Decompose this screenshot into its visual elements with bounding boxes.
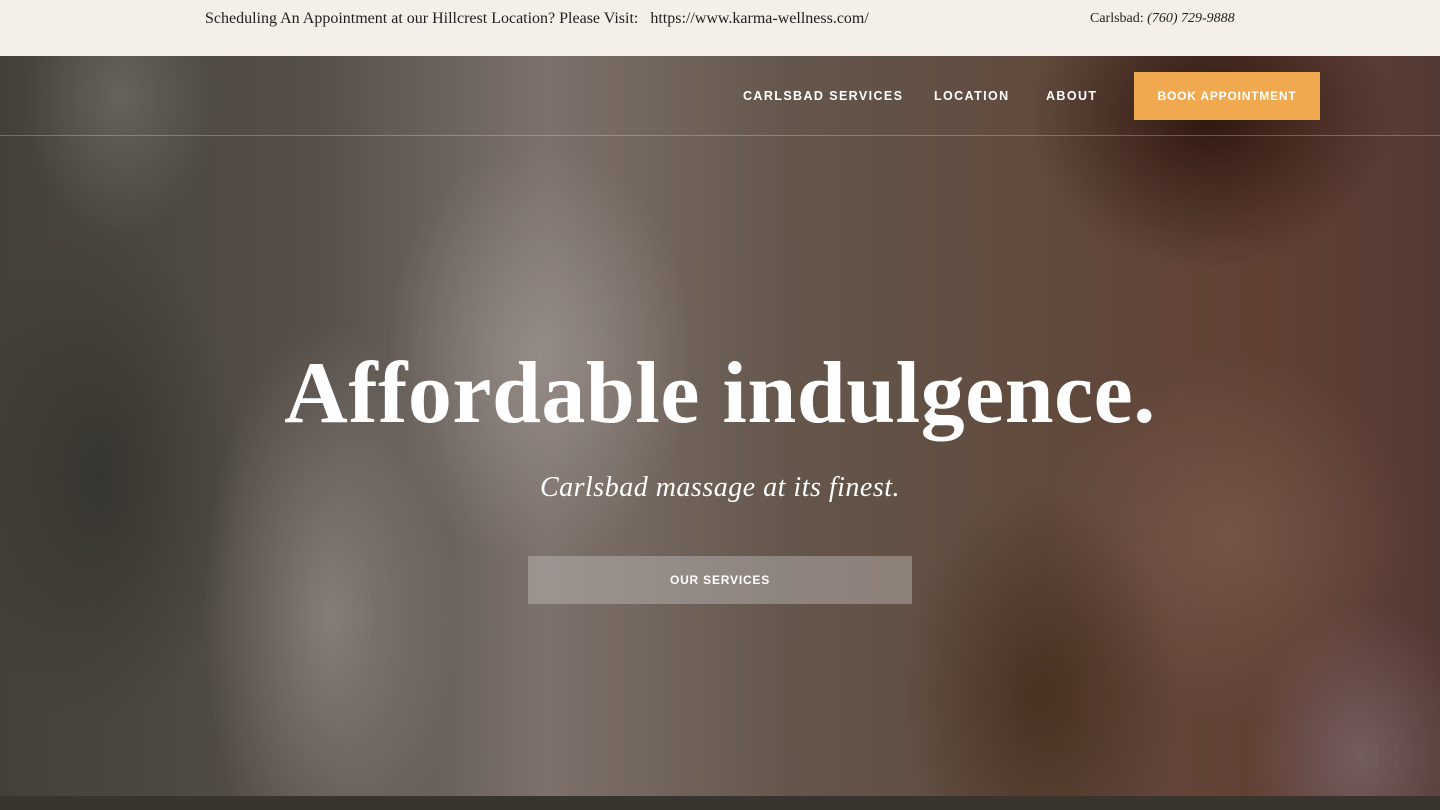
hillcrest-notice: Scheduling An Appointment at our Hillcre… — [205, 10, 869, 28]
nav-item-carlsbad-services[interactable]: CARLSBAD SERVICES — [743, 89, 903, 103]
hero-subheadline: Carlsbad massage at its finest. — [539, 472, 901, 503]
nav-item-about[interactable]: ABOUT — [1046, 89, 1097, 103]
main-navigation: CARLSBAD SERVICES LOCATION ABOUT BOOK AP… — [0, 56, 1440, 136]
notice-text: Scheduling An Appointment at our Hillcre… — [205, 10, 639, 27]
hillcrest-url-link[interactable]: https://www.karma-wellness.com/ — [650, 10, 868, 27]
our-services-button[interactable]: OUR SERVICES — [528, 556, 912, 604]
hero-headline: Affordable indulgence. — [284, 345, 1156, 442]
nav-item-location[interactable]: LOCATION — [934, 89, 1010, 103]
hero-section: CARLSBAD SERVICES LOCATION ABOUT BOOK AP… — [0, 56, 1440, 796]
phone-label: Carlsbad: — [1090, 11, 1144, 26]
phone-number-link[interactable]: (760) 729-9888 — [1147, 11, 1235, 26]
book-appointment-button[interactable]: BOOK APPOINTMENT — [1134, 72, 1320, 120]
announcement-bar: Scheduling An Appointment at our Hillcre… — [0, 0, 1440, 56]
phone-contact: Carlsbad: (760) 729-9888 — [1090, 11, 1235, 27]
